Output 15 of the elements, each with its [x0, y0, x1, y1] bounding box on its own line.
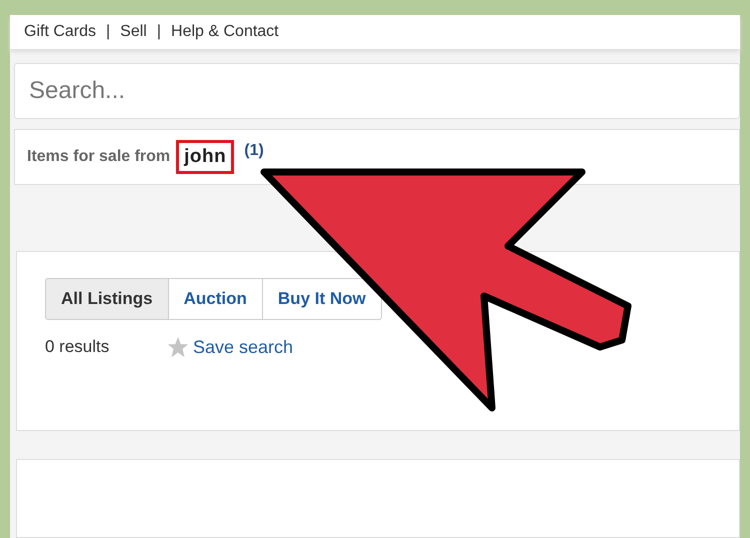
- seller-label: Items for sale from: [27, 148, 170, 166]
- listing-tab[interactable]: Auction: [168, 278, 263, 320]
- listing-tab[interactable]: Buy It Now: [262, 278, 382, 320]
- nav-link[interactable]: Sell: [120, 23, 147, 41]
- listing-tab[interactable]: All Listings: [45, 278, 169, 320]
- nav-separator: |: [106, 23, 110, 41]
- seller-name: john: [176, 140, 234, 174]
- item-count[interactable]: (1): [244, 142, 264, 160]
- search-field[interactable]: Search...: [14, 63, 740, 119]
- nav-separator: |: [156, 23, 162, 41]
- nav-link[interactable]: Help & Contact: [171, 23, 279, 41]
- save-search-link[interactable]: Save search: [193, 336, 294, 358]
- results-count: 0 results: [45, 337, 110, 357]
- star-icon[interactable]: [167, 336, 189, 358]
- nav-link[interactable]: Gift Cards: [24, 23, 96, 41]
